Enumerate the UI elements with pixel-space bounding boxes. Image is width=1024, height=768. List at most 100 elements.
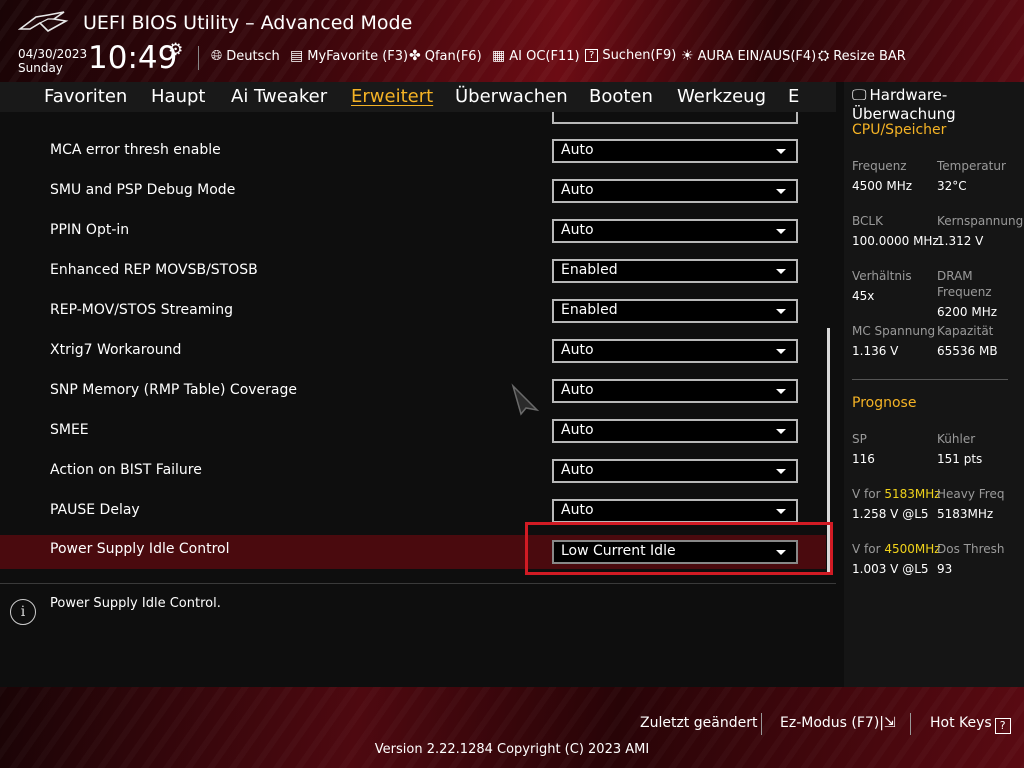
toolbar-divider bbox=[198, 46, 199, 70]
last-changed-button[interactable]: Zuletzt geändert bbox=[640, 715, 757, 731]
hot-keys-label: Hot Keys bbox=[930, 715, 992, 731]
search-help-icon: ? bbox=[585, 49, 599, 62]
selection-highlight-box bbox=[525, 522, 833, 575]
resize-bar-button[interactable]: ⛭ Resize BAR bbox=[818, 48, 906, 64]
setting-dropdown[interactable]: Auto bbox=[552, 339, 798, 363]
hot-keys-button[interactable]: Hot Keys? bbox=[930, 715, 1011, 734]
tab-werkzeug[interactable]: Werkzeug bbox=[677, 86, 766, 107]
dropdown-arrow-icon bbox=[776, 389, 786, 394]
setting-row[interactable]: SMU and PSP Debug Mode Auto bbox=[0, 177, 826, 209]
setting-label: MCA error thresh enable bbox=[50, 142, 221, 158]
dos-thresh-label: Dos Thresh bbox=[937, 542, 1005, 556]
clock-settings-gear-icon[interactable]: ⚙ bbox=[168, 40, 183, 60]
mc-voltage-label: MC Spannung bbox=[852, 324, 936, 338]
capacity-value: 65536 MB bbox=[937, 344, 998, 358]
heavy-freq-label: Heavy Freq bbox=[937, 487, 1005, 501]
dropdown-arrow-icon bbox=[776, 429, 786, 434]
dropdown-value: Auto bbox=[561, 502, 594, 518]
setting-dropdown[interactable]: Auto bbox=[552, 379, 798, 403]
main-nav: Favoriten Haupt Ai Tweaker Erweitert Übe… bbox=[0, 82, 836, 113]
setting-label: PPIN Opt-in bbox=[50, 222, 130, 238]
tab-booten[interactable]: Booten bbox=[589, 86, 653, 107]
exit-arrow-icon: |⇲ bbox=[879, 715, 896, 731]
setting-row[interactable]: REP-MOV/STOS Streaming Enabled bbox=[0, 297, 826, 329]
setting-dropdown[interactable]: Auto bbox=[552, 219, 798, 243]
date-text: 04/30/2023 bbox=[18, 47, 88, 61]
dropdown-value: Auto bbox=[561, 422, 594, 438]
setting-row[interactable]: SMEE Auto bbox=[0, 417, 826, 449]
setting-dropdown[interactable]: Auto bbox=[552, 499, 798, 523]
app-title: UEFI BIOS Utility – Advanced Mode bbox=[83, 12, 413, 34]
cooler-value: 151 pts bbox=[937, 452, 983, 466]
v-for-1-prefix: V for bbox=[852, 487, 885, 501]
settings-panel: MCA error thresh enable Auto SMU and PSP… bbox=[0, 112, 836, 577]
resize-bar-label: Resize BAR bbox=[833, 48, 906, 64]
info-icon: i bbox=[10, 599, 36, 625]
setting-dropdown[interactable]: Auto bbox=[552, 459, 798, 483]
dropdown-arrow-icon bbox=[776, 189, 786, 194]
setting-dropdown[interactable]: Auto bbox=[552, 419, 798, 443]
hardware-monitor-title: 🖵 Hardware-Überwachung bbox=[852, 86, 1020, 124]
setting-row[interactable]: MCA error thresh enable Auto bbox=[0, 137, 826, 169]
rog-logo-icon bbox=[18, 11, 69, 32]
setting-dropdown[interactable]: Enabled bbox=[552, 259, 798, 283]
core-voltage-label: Kernspannung bbox=[937, 214, 1024, 228]
help-text: Power Supply Idle Control. bbox=[50, 596, 221, 611]
setting-dropdown[interactable]: Enabled bbox=[552, 299, 798, 323]
mouse-cursor-icon bbox=[511, 383, 540, 416]
tab-exit-partial[interactable]: E bbox=[788, 86, 799, 107]
setting-label: SMEE bbox=[50, 422, 89, 438]
setting-label: REP-MOV/STOS Streaming bbox=[50, 302, 234, 318]
header-bar: UEFI BIOS Utility – Advanced Mode 04/30/… bbox=[0, 0, 1024, 82]
dram-frequency-label: DRAM Frequenz bbox=[937, 269, 992, 299]
setting-row[interactable]: Action on BIST Failure Auto bbox=[0, 457, 826, 489]
mc-voltage-value: 1.136 V bbox=[852, 344, 899, 358]
ez-mode-button[interactable]: Ez-Modus (F7)|⇲ bbox=[780, 715, 896, 731]
setting-label: Enhanced REP MOVSB/STOSB bbox=[50, 262, 258, 278]
v-for-1-value: 1.258 V @L5 bbox=[852, 507, 929, 521]
dropdown-value: Auto bbox=[561, 142, 594, 158]
v-for-2-freq: 4500MHz bbox=[884, 542, 941, 556]
tab-erweitert[interactable]: Erweitert bbox=[351, 86, 433, 107]
language-button[interactable]: 🌐︎ Deutsch bbox=[211, 48, 280, 64]
monitor-icon: 🖵 bbox=[852, 86, 867, 104]
myfavorite-button[interactable]: ▤ MyFavorite (F3) bbox=[290, 48, 408, 64]
cpu-memory-section-title: CPU/Speicher bbox=[852, 122, 947, 138]
setting-label: Action on BIST Failure bbox=[50, 462, 202, 478]
dropdown-value: Auto bbox=[561, 342, 594, 358]
tab-ueberwachen[interactable]: Überwachen bbox=[455, 86, 568, 107]
globe-icon: 🌐︎ bbox=[211, 48, 223, 64]
tab-favoriten[interactable]: Favoriten bbox=[44, 86, 127, 107]
setting-dropdown[interactable]: Auto bbox=[552, 179, 798, 203]
temperature-label: Temperatur bbox=[937, 159, 1006, 173]
temperature-value: 32°C bbox=[937, 179, 967, 193]
dos-thresh-value: 93 bbox=[937, 562, 953, 576]
capacity-label: Kapazität bbox=[937, 324, 994, 338]
ai-oc-button[interactable]: ▦ AI OC(F11) bbox=[492, 48, 580, 64]
setting-row[interactable]: Xtrig7 Workaround Auto bbox=[0, 337, 826, 369]
tab-ai-tweaker[interactable]: Ai Tweaker bbox=[231, 86, 327, 107]
search-button[interactable]: ? Suchen(F9) bbox=[585, 48, 676, 63]
cooler-label: Kühler bbox=[937, 432, 976, 446]
myfavorite-label: MyFavorite (F3) bbox=[307, 48, 409, 64]
setting-row[interactable]: Enhanced REP MOVSB/STOSB Enabled bbox=[0, 257, 826, 289]
tab-haupt[interactable]: Haupt bbox=[151, 86, 205, 107]
day-text: Sunday bbox=[18, 61, 63, 75]
setting-label: Power Supply Idle Control bbox=[50, 541, 230, 557]
dropdown-arrow-icon bbox=[776, 149, 786, 154]
hardware-monitor-title-text: Hardware-Überwachung bbox=[852, 86, 956, 123]
dropdown-arrow-icon bbox=[776, 509, 786, 514]
dropdown-arrow-icon bbox=[776, 309, 786, 314]
aura-button[interactable]: ☀ AURA EIN/AUS(F4) bbox=[681, 48, 816, 64]
setting-row[interactable]: PPIN Opt-in Auto bbox=[0, 217, 826, 249]
dropdown-value: Auto bbox=[561, 462, 594, 478]
qfan-button[interactable]: ✤ Qfan(F6) bbox=[409, 48, 482, 64]
frequency-value: 4500 MHz bbox=[852, 179, 913, 193]
setting-dropdown[interactable]: Auto bbox=[552, 139, 798, 163]
bclk-value: 100.0000 MHz bbox=[852, 234, 939, 248]
partial-dropdown[interactable] bbox=[552, 112, 798, 124]
frequency-label: Frequenz bbox=[852, 159, 907, 173]
ai-oc-label: AI OC(F11) bbox=[509, 48, 580, 64]
v-for-2-prefix: V for bbox=[852, 542, 885, 556]
setting-row[interactable]: SNP Memory (RMP Table) Coverage Auto bbox=[0, 377, 826, 409]
